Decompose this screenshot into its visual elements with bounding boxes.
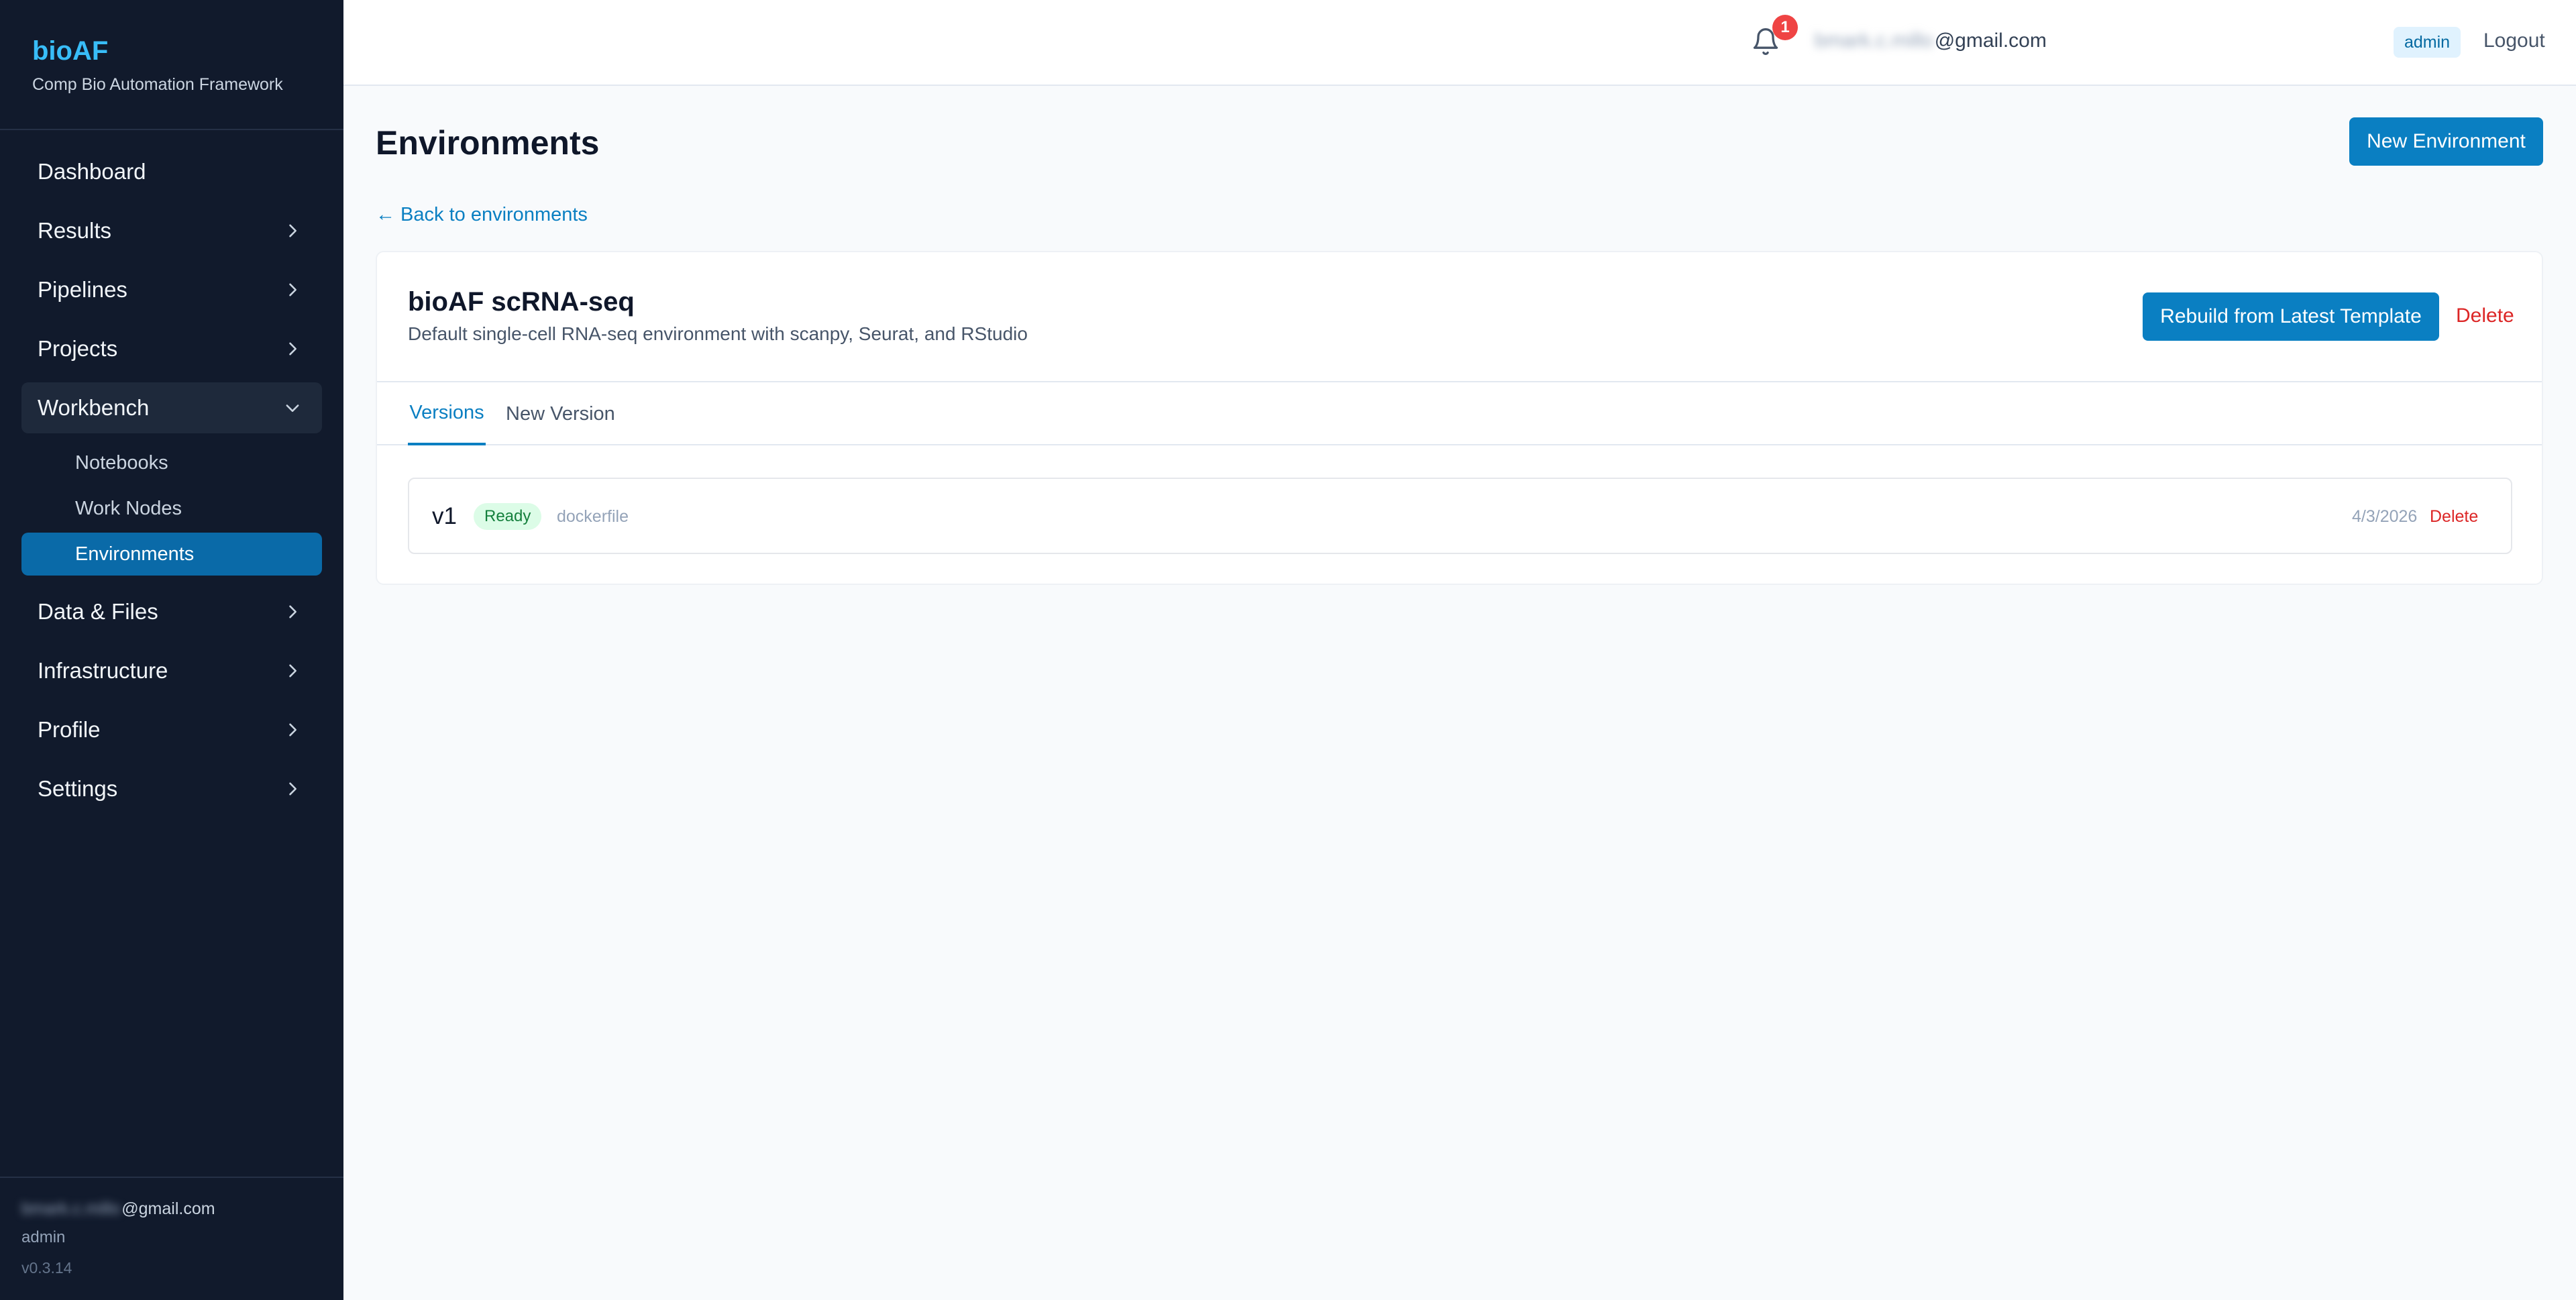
sidebar-item-label: Projects — [38, 336, 118, 361]
new-environment-button[interactable]: New Environment — [2349, 117, 2543, 166]
back-to-environments-link[interactable]: ← Back to environments — [376, 204, 588, 226]
version-date: 4/3/2026 — [2352, 507, 2418, 526]
sidebar-user-email: bmark.c.millo @gmail.com — [21, 1199, 322, 1219]
sidebar-subitem-label: Notebooks — [75, 451, 168, 474]
role-badge: admin — [2394, 27, 2461, 58]
sidebar-subitem-notebooks[interactable]: Notebooks — [21, 441, 322, 484]
sidebar-item-settings[interactable]: Settings — [21, 763, 322, 814]
sidebar-item-label: Data & Files — [38, 599, 158, 624]
chevron-right-icon — [282, 220, 303, 241]
brand: bioAF Comp Bio Automation Framework — [0, 0, 343, 130]
version-source: dockerfile — [557, 507, 629, 526]
sidebar-user-role: admin — [21, 1228, 66, 1246]
sidebar-subitem-work-nodes[interactable]: Work Nodes — [21, 487, 322, 530]
sidebar-item-label: Dashboard — [38, 159, 146, 184]
brand-subtitle: Comp Bio Automation Framework — [32, 75, 283, 94]
header-user-email: bmark.c.millo @gmail.com — [1815, 30, 2047, 52]
chevron-right-icon — [282, 338, 303, 360]
sidebar-item-label: Pipelines — [38, 277, 127, 302]
sidebar-item-label: Results — [38, 218, 112, 243]
sidebar-footer: bmark.c.millo @gmail.com admin v0.3.14 — [0, 1177, 343, 1300]
chevron-right-icon — [282, 719, 303, 741]
chevron-right-icon — [282, 601, 303, 622]
environment-card: bioAF scRNA-seq Default single-cell RNA-… — [376, 251, 2543, 585]
redacted-email-name: bmark.c.millo — [21, 1199, 121, 1218]
sidebar-item-label: Workbench — [38, 395, 150, 420]
sidebar-item-pipelines[interactable]: Pipelines — [21, 264, 322, 315]
sidebar-item-label: Settings — [38, 776, 118, 801]
version-row: v1 Ready dockerfile 4/3/2026 Delete — [408, 478, 2512, 554]
sidebar-item-label: Infrastructure — [38, 658, 168, 683]
version-name: v1 — [432, 503, 457, 529]
tab-new-version[interactable]: New Version — [506, 382, 615, 445]
sidebar-item-workbench[interactable]: Workbench — [21, 382, 322, 433]
rebuild-button[interactable]: Rebuild from Latest Template — [2143, 292, 2439, 341]
logout-link[interactable]: Logout — [2483, 30, 2545, 52]
page-title: Environments — [376, 124, 600, 162]
sidebar-item-label: Profile — [38, 717, 101, 742]
sidebar-subitem-label: Work Nodes — [75, 497, 182, 519]
sidebar-item-data-files[interactable]: Data & Files — [21, 586, 322, 637]
app-version: v0.3.14 — [21, 1259, 72, 1277]
chevron-right-icon — [282, 778, 303, 800]
tab-bar: Versions New Version — [377, 381, 2542, 445]
sidebar-subitem-environments[interactable]: Environments — [21, 533, 322, 576]
delete-environment-link[interactable]: Delete — [2456, 305, 2514, 327]
chevron-down-icon — [282, 397, 303, 419]
brand-title[interactable]: bioAF — [32, 35, 311, 67]
top-header — [343, 0, 2576, 86]
delete-version-link[interactable]: Delete — [2430, 507, 2478, 527]
email-domain: @gmail.com — [121, 1199, 215, 1218]
sidebar-item-results[interactable]: Results — [21, 205, 322, 256]
environment-description: Default single-cell RNA-seq environment … — [408, 323, 1028, 344]
sidebar-item-profile[interactable]: Profile — [21, 704, 322, 755]
sidebar-item-dashboard[interactable]: Dashboard — [21, 146, 322, 197]
email-domain: @gmail.com — [1934, 30, 2047, 52]
sidebar-nav: Dashboard Results Pipelines Projects Wor… — [0, 130, 343, 814]
environment-name: bioAF scRNA-seq — [408, 287, 635, 317]
sidebar-subitem-label: Environments — [75, 543, 195, 565]
chevron-right-icon — [282, 660, 303, 682]
sidebar: bioAF Comp Bio Automation Framework Dash… — [0, 0, 343, 1300]
notification-count-badge: 1 — [1772, 15, 1798, 40]
chevron-right-icon — [282, 279, 303, 301]
status-badge: Ready — [474, 503, 542, 530]
redacted-email-name: bmark.c.millo — [1815, 30, 1933, 52]
tab-versions[interactable]: Versions — [408, 382, 486, 445]
sidebar-item-projects[interactable]: Projects — [21, 323, 322, 374]
sidebar-item-infrastructure[interactable]: Infrastructure — [21, 645, 322, 696]
